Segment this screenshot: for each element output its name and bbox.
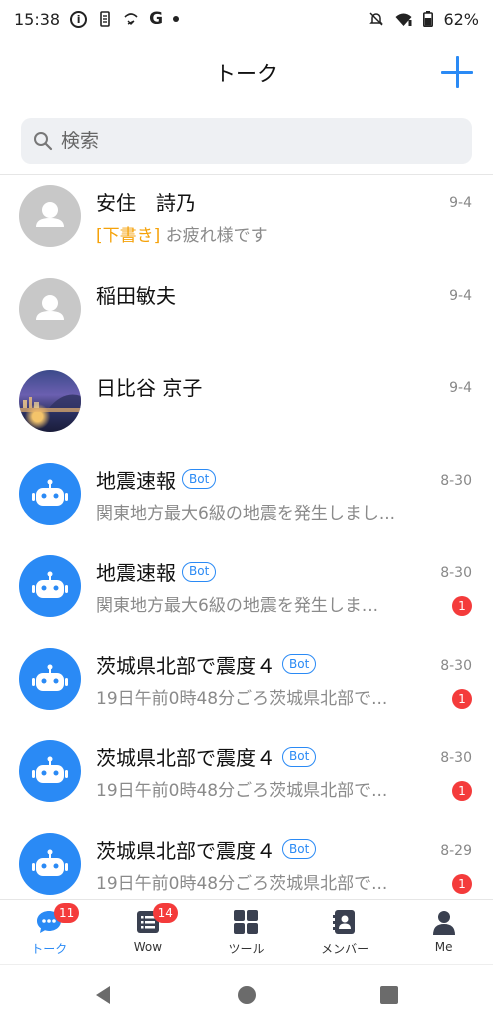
chat-item[interactable]: 茨城県北部で震度４ Bot 19日午前0時48分ごろ茨城県北部で... 8-29 … [0, 823, 493, 899]
tab-members[interactable]: メンバー [296, 900, 395, 963]
unread-badge: 1 [452, 781, 472, 801]
add-button[interactable] [441, 56, 473, 88]
page-title: トーク [215, 62, 278, 86]
robot-icon [32, 664, 68, 691]
chat-item[interactable]: 稲田敏夫 9-4 [0, 268, 493, 361]
nav-label: トーク [31, 942, 68, 956]
battery-icon [423, 11, 434, 27]
chat-item[interactable]: 安住 詩乃 [下書き] お疲れ様です 9-4 [0, 175, 493, 268]
chat-name: 日比谷 京子 [96, 376, 203, 400]
chat-date: 9-4 [449, 380, 472, 396]
tab-wow[interactable]: Wow 14 [99, 900, 198, 963]
chat-date: 8-30 [440, 657, 472, 674]
chat-name: 地震速報 [96, 561, 176, 585]
tab-talk[interactable]: トーク 11 [0, 900, 99, 963]
chat-preview-text: お疲れ様です [165, 226, 268, 246]
chat-item[interactable]: 茨城県北部で震度４ Bot 19日午前0時48分ごろ茨城県北部で... 8-30 … [0, 730, 493, 823]
nav-label: Me [434, 940, 453, 954]
sim-icon [100, 11, 110, 27]
chat-preview: 19日午前0時48分ごろ茨城県北部で... [96, 781, 388, 801]
home-icon[interactable] [236, 984, 258, 1006]
chat-date: 8-30 [440, 472, 472, 489]
avatar [19, 277, 81, 340]
default-user-icon [36, 294, 64, 320]
robot-icon [32, 571, 68, 598]
chat-item[interactable]: 日比谷 京子 9-4 [0, 360, 493, 453]
chat-preview: 関東地方最大6級の地震を発生しま... [96, 596, 379, 616]
chat-name: 安住 詩乃 [96, 191, 196, 215]
person-icon [432, 911, 455, 935]
chat-name: 茨城県北部で震度４ [96, 746, 276, 770]
avatar [19, 370, 81, 432]
chat-date: 8-30 [440, 750, 472, 766]
chat-name: 茨城県北部で震度４ [96, 653, 276, 678]
chat-list[interactable]: 安住 詩乃 [下書き] お疲れ様です 9-4 稲田敏夫 9-4 日比谷 京子 9… [0, 175, 493, 898]
more-notifications-icon [173, 16, 180, 22]
missed-call-icon [124, 13, 138, 25]
search-bar[interactable] [21, 118, 472, 164]
app-header: トーク [0, 38, 493, 108]
contact-card-icon [333, 910, 356, 934]
chat-preview: 関東地方最大6級の地震を発生しまし... [96, 503, 396, 524]
robot-icon [32, 849, 68, 876]
avatar [19, 555, 81, 617]
chat-preview: 19日午前0時48分ごろ茨城県北部で... [96, 688, 388, 709]
avatar [19, 832, 81, 895]
chat-item[interactable]: 地震速報 Bot 関東地方最大6級の地震を発生しまし... 8-30 [0, 453, 493, 546]
battery-level: 62% [443, 9, 479, 29]
bot-badge: Bot [282, 654, 317, 674]
chat-date: 8-29 [440, 842, 472, 859]
chat-item[interactable]: 地震速報 Bot 関東地方最大6級の地震を発生しま... 8-30 1 [0, 545, 493, 638]
chat-preview: 19日午前0時48分ごろ茨城県北部で... [96, 873, 388, 894]
chat-date: 9-4 [449, 287, 472, 304]
grid-icon [234, 910, 259, 934]
search-icon [34, 132, 53, 151]
chat-preview: [下書き] お疲れ様です [96, 221, 431, 246]
recents-icon[interactable] [378, 984, 400, 1006]
nav-label: ツール [228, 942, 265, 956]
silent-bell-icon [369, 12, 384, 26]
avatar [19, 462, 81, 525]
nav-badge: 14 [152, 903, 178, 923]
tab-tools[interactable]: ツール [197, 900, 296, 963]
bot-badge: Bot [282, 839, 317, 859]
wifi-icon [395, 13, 412, 26]
unread-badge: 1 [452, 596, 472, 616]
avatar [19, 185, 81, 247]
avatar [19, 647, 81, 710]
bot-badge: Bot [282, 746, 317, 767]
robot-icon [32, 479, 68, 506]
chat-name: 茨城県北部で震度４ [96, 838, 276, 863]
bottom-nav: トーク 11 Wow 14 ツール メンバー Me [0, 899, 493, 963]
back-icon[interactable] [92, 984, 114, 1006]
robot-icon [32, 756, 68, 783]
unread-badge: 1 [452, 688, 472, 709]
city-night-photo [19, 394, 81, 412]
nav-label: Wow [133, 940, 163, 954]
avatar [19, 740, 81, 802]
chat-name: 地震速報 [96, 468, 176, 493]
google-icon: G [149, 9, 164, 29]
status-bar: 15:38 i G 62% [0, 0, 493, 38]
bot-badge: Bot [182, 469, 217, 489]
system-nav-bar [0, 964, 493, 1024]
status-time: 15:38 [14, 9, 61, 29]
chat-date: 9-4 [449, 195, 472, 211]
info-icon: i [70, 10, 88, 28]
draft-label: [下書き] [96, 226, 161, 246]
chat-item[interactable]: 茨城県北部で震度４ Bot 19日午前0時48分ごろ茨城県北部で... 8-30 … [0, 638, 493, 731]
chat-date: 8-30 [440, 565, 472, 581]
search-input[interactable] [61, 130, 441, 152]
chat-name: 稲田敏夫 [96, 283, 176, 308]
bot-badge: Bot [182, 561, 217, 582]
nav-badge: 11 [54, 903, 80, 923]
default-user-icon [36, 202, 64, 227]
nav-label: メンバー [321, 942, 370, 956]
unread-badge: 1 [452, 873, 472, 894]
tab-me[interactable]: Me [394, 900, 493, 963]
